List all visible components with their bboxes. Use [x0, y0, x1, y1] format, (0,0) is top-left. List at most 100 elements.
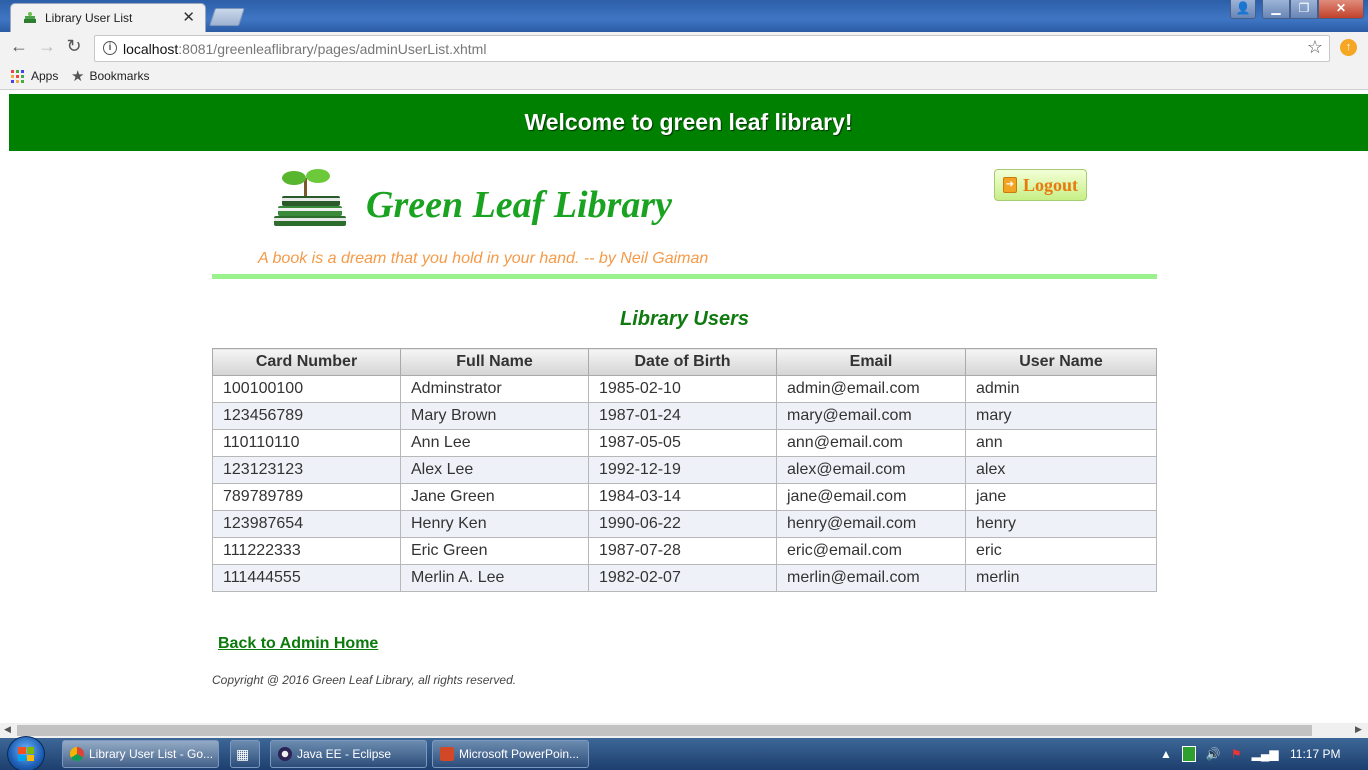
windows-logo-icon [18, 747, 34, 761]
tagline-quote: A book is a dream that you hold in your … [258, 250, 709, 267]
table-cell: 1987-05-05 [588, 429, 777, 457]
browser-tab[interactable]: Library User List ✕ [10, 3, 206, 32]
tab-close-icon[interactable]: ✕ [182, 8, 195, 26]
url-host: localhost [123, 41, 179, 57]
tab-title: Library User List [45, 11, 133, 25]
table-cell: eric [965, 537, 1157, 565]
section-title: Library Users [620, 308, 749, 330]
bookmark-bookmarks[interactable]: ★ Bookmarks [71, 67, 149, 85]
table-cell: ann@email.com [776, 429, 966, 457]
bookmark-apps-label: Apps [31, 69, 59, 83]
table-cell: 1990-06-22 [588, 510, 777, 538]
back-to-admin-home-link[interactable]: Back to Admin Home [218, 635, 378, 653]
extension-icon[interactable]: ↑ [1340, 39, 1357, 56]
table-cell: 1982-02-07 [588, 564, 777, 592]
table-header-row: Card Number Full Name Date of Birth Emai… [212, 348, 1157, 376]
table-cell: Eric Green [400, 537, 589, 565]
volume-icon[interactable]: 🔊 [1206, 747, 1221, 761]
network-signal-icon[interactable]: ▂▄▆ [1252, 747, 1279, 761]
close-window-button[interactable]: ✕ [1318, 0, 1364, 19]
taskbar-item-app[interactable]: ▦ [230, 740, 260, 768]
star-icon: ★ [71, 68, 85, 85]
column-header: Date of Birth [588, 348, 777, 376]
forward-arrow-icon[interactable]: → [36, 36, 58, 57]
table-cell: merlin [965, 564, 1157, 592]
windows-taskbar: Library User List - Go... ▦ Java EE - Ec… [0, 736, 1368, 770]
start-button[interactable] [7, 736, 45, 770]
back-arrow-icon[interactable]: ← [8, 36, 30, 57]
info-icon[interactable]: i [103, 41, 117, 55]
table-row: 111222333 Eric Green 1987-07-28 eric@ema… [212, 537, 1157, 565]
window-controls: 👤 ▁ ❐ ✕ [1230, 0, 1364, 20]
maximize-button[interactable]: ❐ [1290, 0, 1318, 19]
tray-expand-icon[interactable]: ▲ [1160, 747, 1172, 761]
new-tab-button[interactable] [209, 8, 245, 26]
table-cell: 1987-07-28 [588, 537, 777, 565]
url-path: :8081/greenleaflibrary/pages/adminUserLi… [178, 41, 487, 57]
table-cell: eric@email.com [776, 537, 966, 565]
table-cell: henry [965, 510, 1157, 538]
minimize-button[interactable]: ▁ [1262, 0, 1290, 19]
table-row: 111444555 Merlin A. Lee 1982-02-07 merli… [212, 564, 1157, 592]
table-cell: alex@email.com [776, 456, 966, 484]
table-cell: 1985-02-10 [588, 375, 777, 403]
table-cell: 1992-12-19 [588, 456, 777, 484]
table-cell: alex [965, 456, 1157, 484]
taskbar-item-eclipse[interactable]: Java EE - Eclipse [270, 740, 427, 768]
bookmark-star-icon[interactable]: ☆ [1307, 37, 1323, 58]
logout-button[interactable]: ➜ Logout [994, 169, 1087, 201]
scroll-left-icon[interactable]: ◀ [4, 724, 11, 735]
logout-label: Logout [1023, 174, 1079, 195]
table-cell: Jane Green [400, 483, 589, 511]
horizontal-scrollbar[interactable]: ◀ ▶ [0, 723, 1368, 738]
library-logo-icon [274, 169, 346, 226]
action-center-icon[interactable]: ⚑ [1231, 747, 1242, 761]
table-cell: jane [965, 483, 1157, 511]
bookmarks-bar: Apps ★ Bookmarks [0, 65, 1368, 90]
site-title: Green Leaf Library [366, 184, 673, 226]
grid-app-icon: ▦ [236, 745, 250, 762]
scrollbar-thumb[interactable] [17, 725, 1312, 736]
table-cell: ann [965, 429, 1157, 457]
table-row: 123987654 Henry Ken 1990-06-22 henry@ema… [212, 510, 1157, 538]
bookmark-bookmarks-label: Bookmarks [89, 69, 150, 83]
table-cell: 1984-03-14 [588, 483, 777, 511]
reload-icon[interactable]: ↻ [63, 36, 85, 57]
bookmark-apps[interactable]: Apps [11, 69, 58, 83]
tray-app-icon[interactable] [1181, 746, 1196, 762]
powerpoint-icon [440, 747, 454, 761]
clock[interactable]: 11:17 PM [1290, 747, 1340, 761]
table-cell: Ann Lee [400, 429, 589, 457]
table-cell: 111222333 [212, 537, 401, 565]
table-cell: 123456789 [212, 402, 401, 430]
table-cell: 111444555 [212, 564, 401, 592]
apps-grid-icon [11, 69, 24, 83]
table-cell: Adminstrator [400, 375, 589, 403]
chrome-icon [70, 747, 84, 761]
scroll-right-icon[interactable]: ▶ [1355, 724, 1362, 735]
table-cell: 789789789 [212, 483, 401, 511]
table-cell: admin [965, 375, 1157, 403]
eclipse-icon [278, 747, 292, 761]
browser-toolbar: ← → ↻ i localhost:8081/greenleaflibrary/… [0, 32, 1368, 65]
table-cell: merlin@email.com [776, 564, 966, 592]
taskbar-item-label: Library User List - Go... [89, 747, 214, 761]
header-divider [212, 274, 1157, 279]
taskbar-item-chrome[interactable]: Library User List - Go... [62, 740, 219, 768]
table-row: 100100100 Adminstrator 1985-02-10 admin@… [212, 375, 1157, 403]
copyright-text: Copyright @ 2016 Green Leaf Library, all… [212, 673, 517, 687]
user-profile-icon[interactable]: 👤 [1230, 0, 1256, 19]
address-bar[interactable]: i localhost:8081/greenleaflibrary/pages/… [94, 35, 1330, 62]
users-table: Card Number Full Name Date of Birth Emai… [212, 348, 1157, 592]
taskbar-item-label: Microsoft PowerPoin... [459, 747, 580, 761]
table-cell: Alex Lee [400, 456, 589, 484]
table-cell: admin@email.com [776, 375, 966, 403]
taskbar-item-powerpoint[interactable]: Microsoft PowerPoin... [432, 740, 589, 768]
column-header: Email [776, 348, 966, 376]
column-header: User Name [965, 348, 1157, 376]
welcome-banner: Welcome to green leaf library! [9, 94, 1368, 151]
logout-icon: ➜ [1003, 177, 1017, 193]
table-cell: mary@email.com [776, 402, 966, 430]
table-cell: Merlin A. Lee [400, 564, 589, 592]
system-tray: ▲ 🔊 ⚑ ▂▄▆ [1160, 738, 1279, 770]
